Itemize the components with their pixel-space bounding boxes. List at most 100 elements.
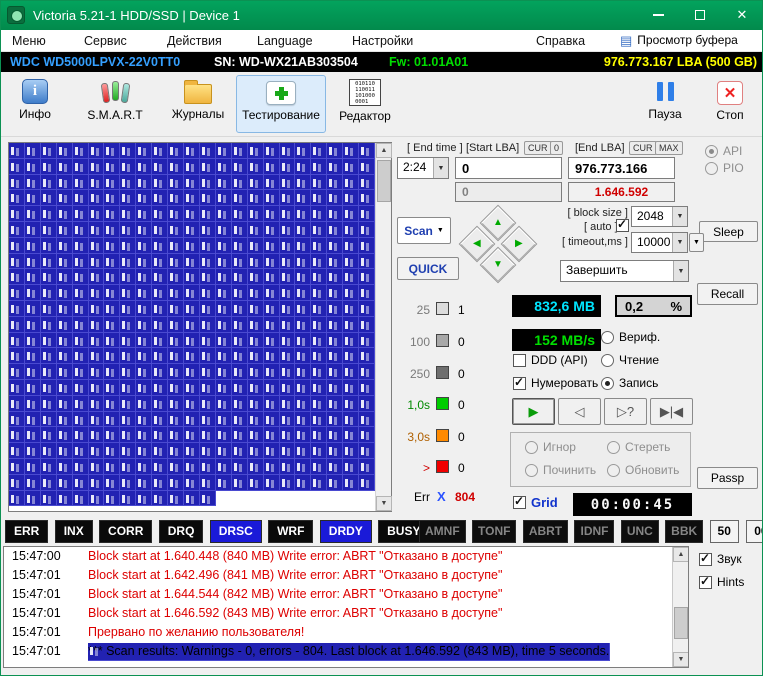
chevron-down-icon[interactable]	[672, 233, 687, 252]
scan-map[interactable]	[8, 142, 392, 512]
lamp-err: ERR	[5, 520, 48, 543]
step-forward-button[interactable]: ▷?	[604, 398, 647, 425]
end-lba-input[interactable]: 976.773.166	[568, 157, 675, 179]
jump-end-button[interactable]: ▶|◀	[650, 398, 693, 425]
play-icon: ▶	[529, 404, 539, 420]
end-time-select[interactable]: 2:24	[397, 157, 449, 179]
journals-button[interactable]: Журналы	[164, 75, 232, 133]
timeout-label: [ timeout,ms ]	[556, 236, 628, 248]
scan-block	[343, 459, 359, 475]
menu-item-service[interactable]: Сервис	[84, 34, 127, 48]
scan-block	[184, 396, 200, 412]
info-button[interactable]: Инфо	[8, 75, 62, 133]
hints-checkbox[interactable]: Hints	[699, 575, 744, 589]
scroll-up-button[interactable]	[673, 547, 689, 562]
write-radio[interactable]: Запись	[601, 376, 658, 390]
scan-block	[343, 190, 359, 206]
buffer-view-button[interactable]: Просмотр буфера	[620, 33, 738, 47]
scan-block	[136, 175, 152, 191]
scan-block	[25, 254, 41, 270]
menu-item-settings[interactable]: Настройки	[352, 34, 413, 48]
chevron-down-icon[interactable]	[673, 261, 688, 281]
scan-block	[264, 475, 280, 491]
stop-button[interactable]: Стоп	[702, 75, 758, 133]
step-back-button[interactable]: ◁	[558, 398, 601, 425]
maximize-button[interactable]	[679, 0, 721, 30]
scan-block	[73, 254, 89, 270]
auto-checkbox[interactable]	[616, 219, 629, 232]
scan-block	[104, 285, 120, 301]
ddd-api-checkbox[interactable]: DDD (API)	[513, 353, 588, 367]
pause-button[interactable]: Пауза	[638, 75, 692, 133]
scroll-down-button[interactable]	[673, 652, 689, 667]
scan-block	[73, 222, 89, 238]
scan-button[interactable]: Scan ▼	[397, 217, 451, 244]
scan-block	[216, 175, 232, 191]
close-button[interactable]	[721, 0, 763, 30]
radio-icon	[525, 441, 538, 454]
sound-checkbox[interactable]: Звук	[699, 552, 742, 566]
scan-block	[120, 269, 136, 285]
passp-button[interactable]: Passp	[697, 467, 758, 489]
start-lba-cur-button[interactable]: CUR	[524, 141, 552, 155]
scan-block	[152, 222, 168, 238]
end-lba-cur-button[interactable]: CUR	[629, 141, 657, 155]
scan-block	[120, 301, 136, 317]
editor-button[interactable]: 010110 110011 101000 0001 Редактор	[330, 75, 400, 133]
menu-item-help[interactable]: Справка	[536, 34, 585, 48]
recall-button[interactable]: Recall	[697, 283, 758, 305]
scroll-down-button[interactable]	[376, 496, 392, 511]
scan-block	[359, 175, 375, 191]
scan-map-scrollbar[interactable]	[375, 143, 391, 511]
block-size-select[interactable]: 2048	[631, 206, 688, 227]
start-test-button[interactable]: ▶	[512, 398, 555, 425]
start-lba-input[interactable]: 0	[455, 157, 562, 179]
scan-block	[89, 285, 105, 301]
scan-block	[200, 317, 216, 333]
smart-button[interactable]: S.M.A.R.T	[78, 75, 152, 133]
scan-block	[9, 238, 25, 254]
current-lba-value: 0	[462, 185, 469, 199]
scan-block	[41, 491, 57, 507]
scan-block	[216, 285, 232, 301]
scan-block	[73, 491, 89, 507]
chevron-down-icon[interactable]	[433, 158, 448, 178]
chevron-down-icon[interactable]	[672, 207, 687, 226]
scan-block	[57, 380, 73, 396]
speed-value: 152 MB/s	[534, 332, 595, 348]
timeout-select[interactable]: 10000	[631, 232, 688, 253]
scan-block	[232, 190, 248, 206]
scroll-up-button[interactable]	[376, 143, 392, 158]
numerate-checkbox[interactable]: Нумеровать	[513, 376, 598, 390]
log-scrollbar[interactable]	[672, 547, 688, 667]
scan-blocks	[9, 143, 375, 511]
start-lba-zero-button[interactable]: 0	[550, 141, 563, 155]
sleep-button[interactable]: Sleep	[699, 221, 758, 242]
quick-button[interactable]: QUICK	[397, 257, 459, 280]
testing-button[interactable]: Тестирование	[236, 75, 326, 133]
finish-action-select[interactable]: Завершить	[560, 260, 689, 282]
scan-block	[120, 491, 136, 507]
scan-block	[168, 491, 184, 507]
end-lba-max-button[interactable]: MAX	[655, 141, 683, 155]
menu-item-menu[interactable]: Меню	[12, 34, 46, 48]
minimize-button[interactable]	[637, 0, 679, 30]
scan-block	[73, 143, 89, 159]
panel-collapse-button[interactable]: ▼	[689, 233, 704, 252]
grid-checkbox[interactable]: Grid	[513, 495, 558, 510]
read-radio[interactable]: Чтение	[601, 353, 659, 367]
verify-radio[interactable]: Вериф.	[601, 330, 660, 344]
scan-block	[280, 475, 296, 491]
scan-block	[152, 364, 168, 380]
scroll-thumb[interactable]	[674, 607, 688, 639]
scan-block	[73, 427, 89, 443]
scan-block	[311, 238, 327, 254]
scan-block	[136, 364, 152, 380]
step-back-icon: ◁	[575, 404, 585, 420]
scan-block	[136, 222, 152, 238]
legend-count-over: 0	[458, 461, 465, 475]
menu-item-language[interactable]: Language	[257, 34, 313, 48]
menu-item-actions[interactable]: Действия	[167, 34, 222, 48]
title-bar[interactable]: Victoria 5.21-1 HDD/SSD | Device 1	[0, 0, 763, 30]
scroll-thumb[interactable]	[377, 160, 391, 202]
